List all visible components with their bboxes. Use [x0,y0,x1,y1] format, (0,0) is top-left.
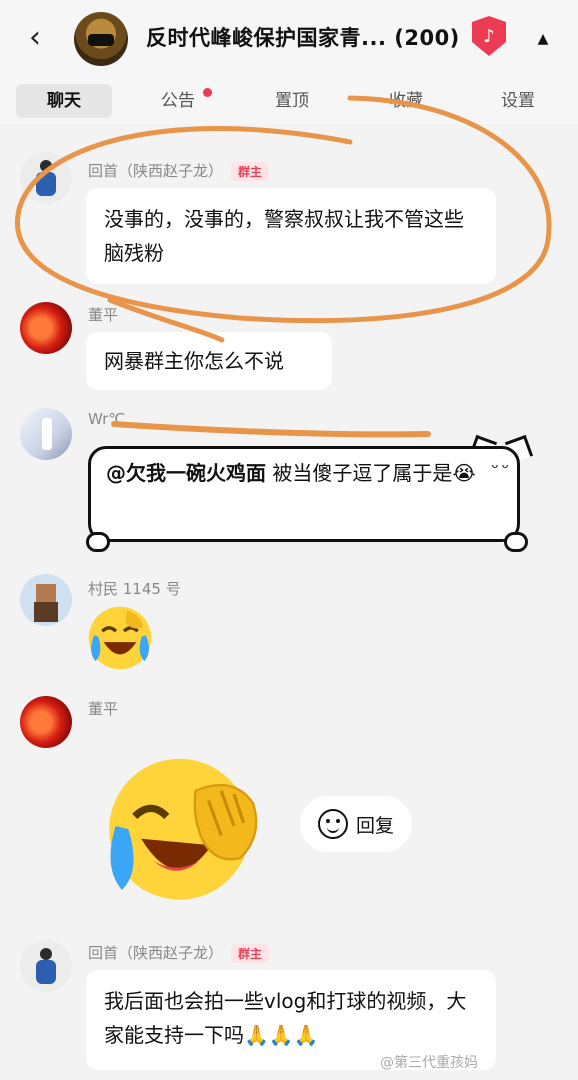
sender-name: 董平 [88,700,119,718]
sender-name-text: 回首（陕西赵子龙） [88,944,224,962]
chat-header: ‹ 反时代峰峻保护国家青... (200) ♪ ▲ [0,0,578,78]
avatar[interactable] [20,696,72,748]
back-chevron-icon[interactable]: ‹ [18,20,52,55]
tab-announcement-label: 公告 [161,91,195,111]
reply-button[interactable]: 回复 [300,796,412,852]
cat-paw-left [86,532,110,552]
crying-laughing-emoji-large[interactable] [106,746,266,906]
sender-name: 村民 1145 号 [88,580,181,598]
owner-badge: 群主 [231,944,270,963]
tab-chat[interactable]: 聊天 [16,84,112,118]
tab-pinned[interactable]: 置顶 [262,84,322,118]
smile-icon [317,809,348,839]
message-bubble[interactable]: 没事的，没事的，警察叔叔让我不管这些脑残粉 [86,188,496,284]
tab-settings[interactable]: 设置 [488,84,548,118]
unread-dot [203,88,212,97]
avatar[interactable] [20,574,72,626]
weibo-watermark: @第三代重孩妈 [380,1055,478,1071]
avatar[interactable] [20,302,72,354]
sender-name: 回首（陕西赵子龙） 群主 [88,160,270,181]
mention-text[interactable]: @欠我一碗火鸡面 [106,461,266,485]
group-title-text: 反时代峰峻保护国家青... [146,26,387,50]
tab-bar: 聊天 公告 置顶 收藏 设置 [0,78,578,124]
member-count: (200) [394,26,460,50]
crying-laughing-emoji[interactable] [86,604,154,672]
sender-name: 回首（陕西赵子龙） 群主 [88,942,270,963]
tab-favorites[interactable]: 收藏 [376,84,436,118]
tiktok-badge-icon[interactable]: ♪ [472,16,506,56]
reply-label: 回复 [355,814,394,837]
cat-paw-right [504,532,528,552]
group-avatar[interactable] [74,12,128,66]
message-body: 被当傻子逗了属于是😭 [266,461,476,485]
tab-announcement[interactable]: 公告 [152,84,212,118]
avatar[interactable] [20,152,72,204]
owner-badge: 群主 [231,162,270,181]
collapse-arrow-icon[interactable]: ▲ [528,24,558,54]
sender-name: Wr℃ [88,410,126,428]
cat-face-icon: ᴗ ᴗ [491,458,509,471]
group-title[interactable]: 反时代峰峻保护国家青... (200) [146,22,466,52]
sender-name: 董平 [88,306,119,324]
sender-name-text: 回首（陕西赵子龙） [88,162,224,180]
avatar[interactable] [20,408,72,460]
avatar[interactable] [20,940,72,992]
message-text: @欠我一碗火鸡面 被当傻子逗了属于是😭 [106,456,486,490]
message-bubble[interactable]: 网暴群主你怎么不说 [86,332,332,390]
